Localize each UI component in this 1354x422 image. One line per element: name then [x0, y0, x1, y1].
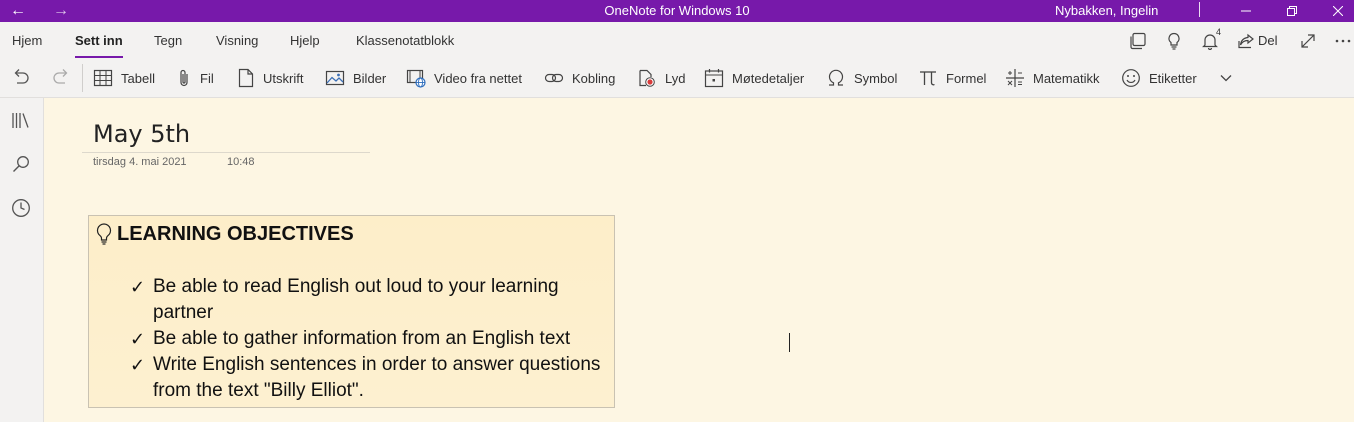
meeting-details-button[interactable]: Møtedetaljer — [704, 67, 804, 89]
share-label[interactable]: Del — [1258, 33, 1278, 48]
tab-sett-inn[interactable]: Sett inn — [75, 33, 123, 59]
ellipsis-icon — [1335, 39, 1351, 43]
full-screen-button[interactable] — [1297, 30, 1319, 52]
page-title[interactable]: May 5th — [93, 120, 190, 148]
chevron-down-icon — [1220, 75, 1232, 82]
restore-icon — [1287, 6, 1297, 16]
checkmark-icon: ✓ — [130, 329, 146, 349]
pages-icon — [1130, 32, 1146, 50]
insert-pictures-button[interactable]: Bilder — [325, 67, 386, 89]
page-view-button[interactable] — [1127, 30, 1149, 52]
checkmark-icon: ✓ — [130, 355, 146, 375]
clock-icon — [12, 199, 30, 217]
redo-button[interactable] — [50, 67, 80, 89]
audio-icon — [639, 69, 655, 87]
tab-hjelp[interactable]: Hjelp — [290, 33, 320, 48]
objective-text: Be able to gather information from an En… — [153, 328, 571, 349]
learning-objectives-heading: LEARNING OBJECTIVES — [93, 222, 354, 246]
share-button[interactable] — [1235, 30, 1257, 52]
insert-pictures-label: Bilder — [353, 70, 387, 86]
meeting-details-label: Møtedetaljer — [732, 70, 805, 86]
share-icon — [1238, 33, 1254, 49]
navigation-rail — [0, 98, 44, 422]
tags-button[interactable]: Etiketter — [1121, 67, 1197, 89]
ribbon-divider — [82, 64, 83, 92]
insert-file-button[interactable]: Fil — [176, 67, 214, 89]
page-time: 10:48 — [227, 156, 255, 168]
search-icon — [13, 156, 29, 172]
insert-printout-button[interactable]: Utskrift — [237, 67, 303, 89]
lightbulb-icon — [1168, 32, 1180, 50]
titlebar-separator — [1199, 2, 1200, 17]
list-item[interactable]: ✓ Be able to gather information from an … — [129, 326, 609, 352]
picture-icon — [325, 70, 345, 86]
tab-klassenotatblokk[interactable]: Klassenotatblokk — [356, 33, 454, 48]
insert-equation-button[interactable]: Formel — [918, 67, 986, 89]
redo-icon — [53, 69, 68, 84]
close-icon — [1333, 6, 1343, 16]
more-options-button[interactable] — [1332, 30, 1354, 52]
table-icon — [93, 69, 113, 87]
ribbon-expand-button[interactable] — [1218, 67, 1242, 89]
insert-symbol-label: Symbol — [854, 70, 898, 86]
restore-button[interactable] — [1269, 0, 1315, 22]
tab-hjem[interactable]: Hjem — [12, 33, 42, 48]
undo-icon — [14, 69, 29, 84]
math-button[interactable]: Matematikk — [1005, 67, 1099, 89]
record-audio-button[interactable]: Lyd — [637, 67, 685, 89]
close-button[interactable] — [1315, 0, 1354, 22]
minimize-button[interactable] — [1223, 0, 1269, 22]
pi-icon — [920, 71, 936, 86]
objectives-title: LEARNING OBJECTIVES — [117, 222, 354, 245]
insert-table-button[interactable]: Tabell — [93, 67, 155, 89]
user-name[interactable]: Nybakken, Ingelin — [1055, 3, 1158, 18]
insert-link-button[interactable]: Kobling — [544, 67, 615, 89]
title-bar: ← → OneNote for Windows 10 Nybakken, Ing… — [0, 0, 1354, 22]
page-canvas[interactable]: May 5th tirsdag 4. mai 2021 10:48 LEARNI… — [44, 98, 1354, 422]
smiley-icon — [1122, 69, 1140, 87]
insert-file-label: Fil — [200, 70, 214, 86]
insert-symbol-button[interactable]: Symbol — [826, 67, 897, 89]
notebooks-button[interactable] — [10, 109, 32, 131]
text-cursor — [789, 333, 790, 352]
insert-table-label: Tabell — [121, 70, 155, 86]
lightbulb-icon — [93, 222, 115, 246]
tags-label: Etiketter — [1149, 70, 1197, 86]
calendar-icon — [704, 69, 724, 88]
tell-me-button[interactable] — [1163, 30, 1185, 52]
math-label: Matematikk — [1033, 70, 1100, 86]
paperclip-icon — [180, 69, 188, 87]
learning-objectives-note[interactable]: LEARNING OBJECTIVES ✓ Be able to read En… — [88, 215, 615, 408]
objective-text: Be able to read English out loud to your… — [153, 276, 559, 323]
recent-notes-button[interactable] — [10, 197, 32, 219]
list-item[interactable]: ✓ Be able to read English out loud to yo… — [129, 274, 609, 326]
objectives-list: ✓ Be able to read English out loud to yo… — [129, 274, 609, 404]
search-button[interactable] — [10, 153, 32, 175]
online-video-icon — [406, 69, 426, 88]
insert-online-video-label: Video fra nettet — [434, 70, 522, 86]
notification-count: 4 — [1216, 27, 1222, 37]
objective-text: Write English sentences in order to answ… — [153, 354, 601, 401]
math-icon — [1006, 69, 1024, 87]
tab-tegn[interactable]: Tegn — [154, 33, 182, 48]
tab-visning[interactable]: Visning — [216, 33, 258, 48]
expand-icon — [1301, 34, 1315, 48]
link-icon — [544, 73, 564, 83]
ribbon-tabs: Hjem Sett inn Tegn Visning Hjelp Klassen… — [0, 22, 1354, 59]
insert-link-label: Kobling — [572, 70, 616, 86]
page-date: tirsdag 4. mai 2021 — [93, 156, 187, 168]
omega-icon — [828, 69, 844, 86]
checkmark-icon: ✓ — [130, 277, 146, 297]
record-audio-label: Lyd — [665, 70, 686, 86]
insert-online-video-button[interactable]: Video fra nettet — [406, 67, 522, 89]
insert-ribbon: Tabell Fil Utskrift Bilder Video fra net… — [0, 58, 1354, 98]
printout-icon — [238, 68, 254, 88]
title-underline — [82, 152, 370, 153]
minimize-icon — [1241, 10, 1251, 12]
insert-equation-label: Formel — [946, 70, 987, 86]
list-item[interactable]: ✓ Write English sentences in order to an… — [129, 352, 609, 404]
insert-printout-label: Utskrift — [263, 70, 304, 86]
undo-button[interactable] — [10, 67, 40, 89]
library-icon — [12, 113, 29, 128]
